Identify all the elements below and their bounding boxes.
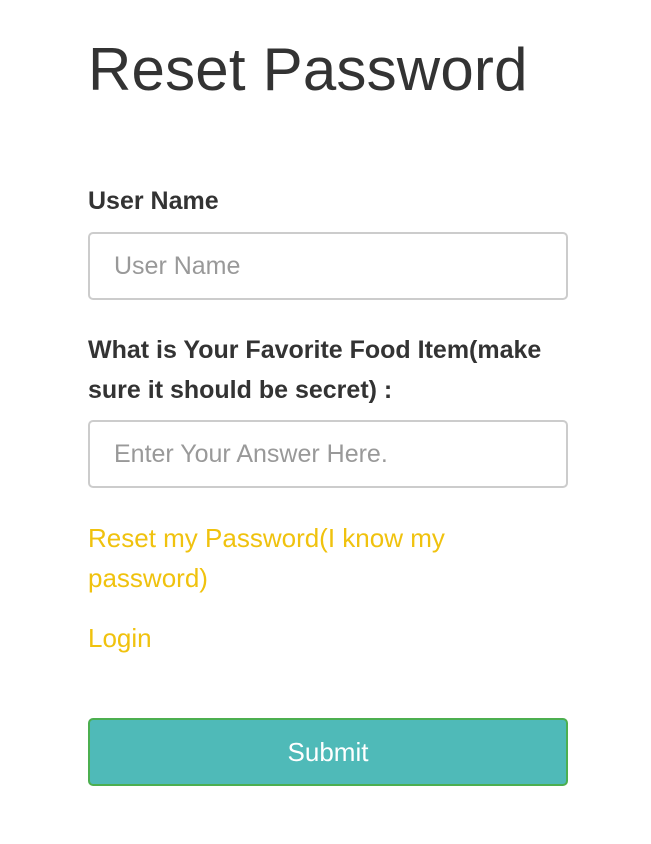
security-question-label: What is Your Favorite Food Item(make sur…	[88, 336, 542, 404]
page-title: Reset Password	[88, 36, 528, 103]
security-answer-input[interactable]	[88, 420, 568, 488]
submit-button[interactable]: Submit	[88, 718, 568, 786]
login-link[interactable]: Login	[88, 618, 488, 658]
reset-known-password-link[interactable]: Reset my Password(I know my password)	[88, 518, 488, 598]
username-input[interactable]	[88, 232, 568, 300]
username-label: User Name	[88, 187, 219, 215]
